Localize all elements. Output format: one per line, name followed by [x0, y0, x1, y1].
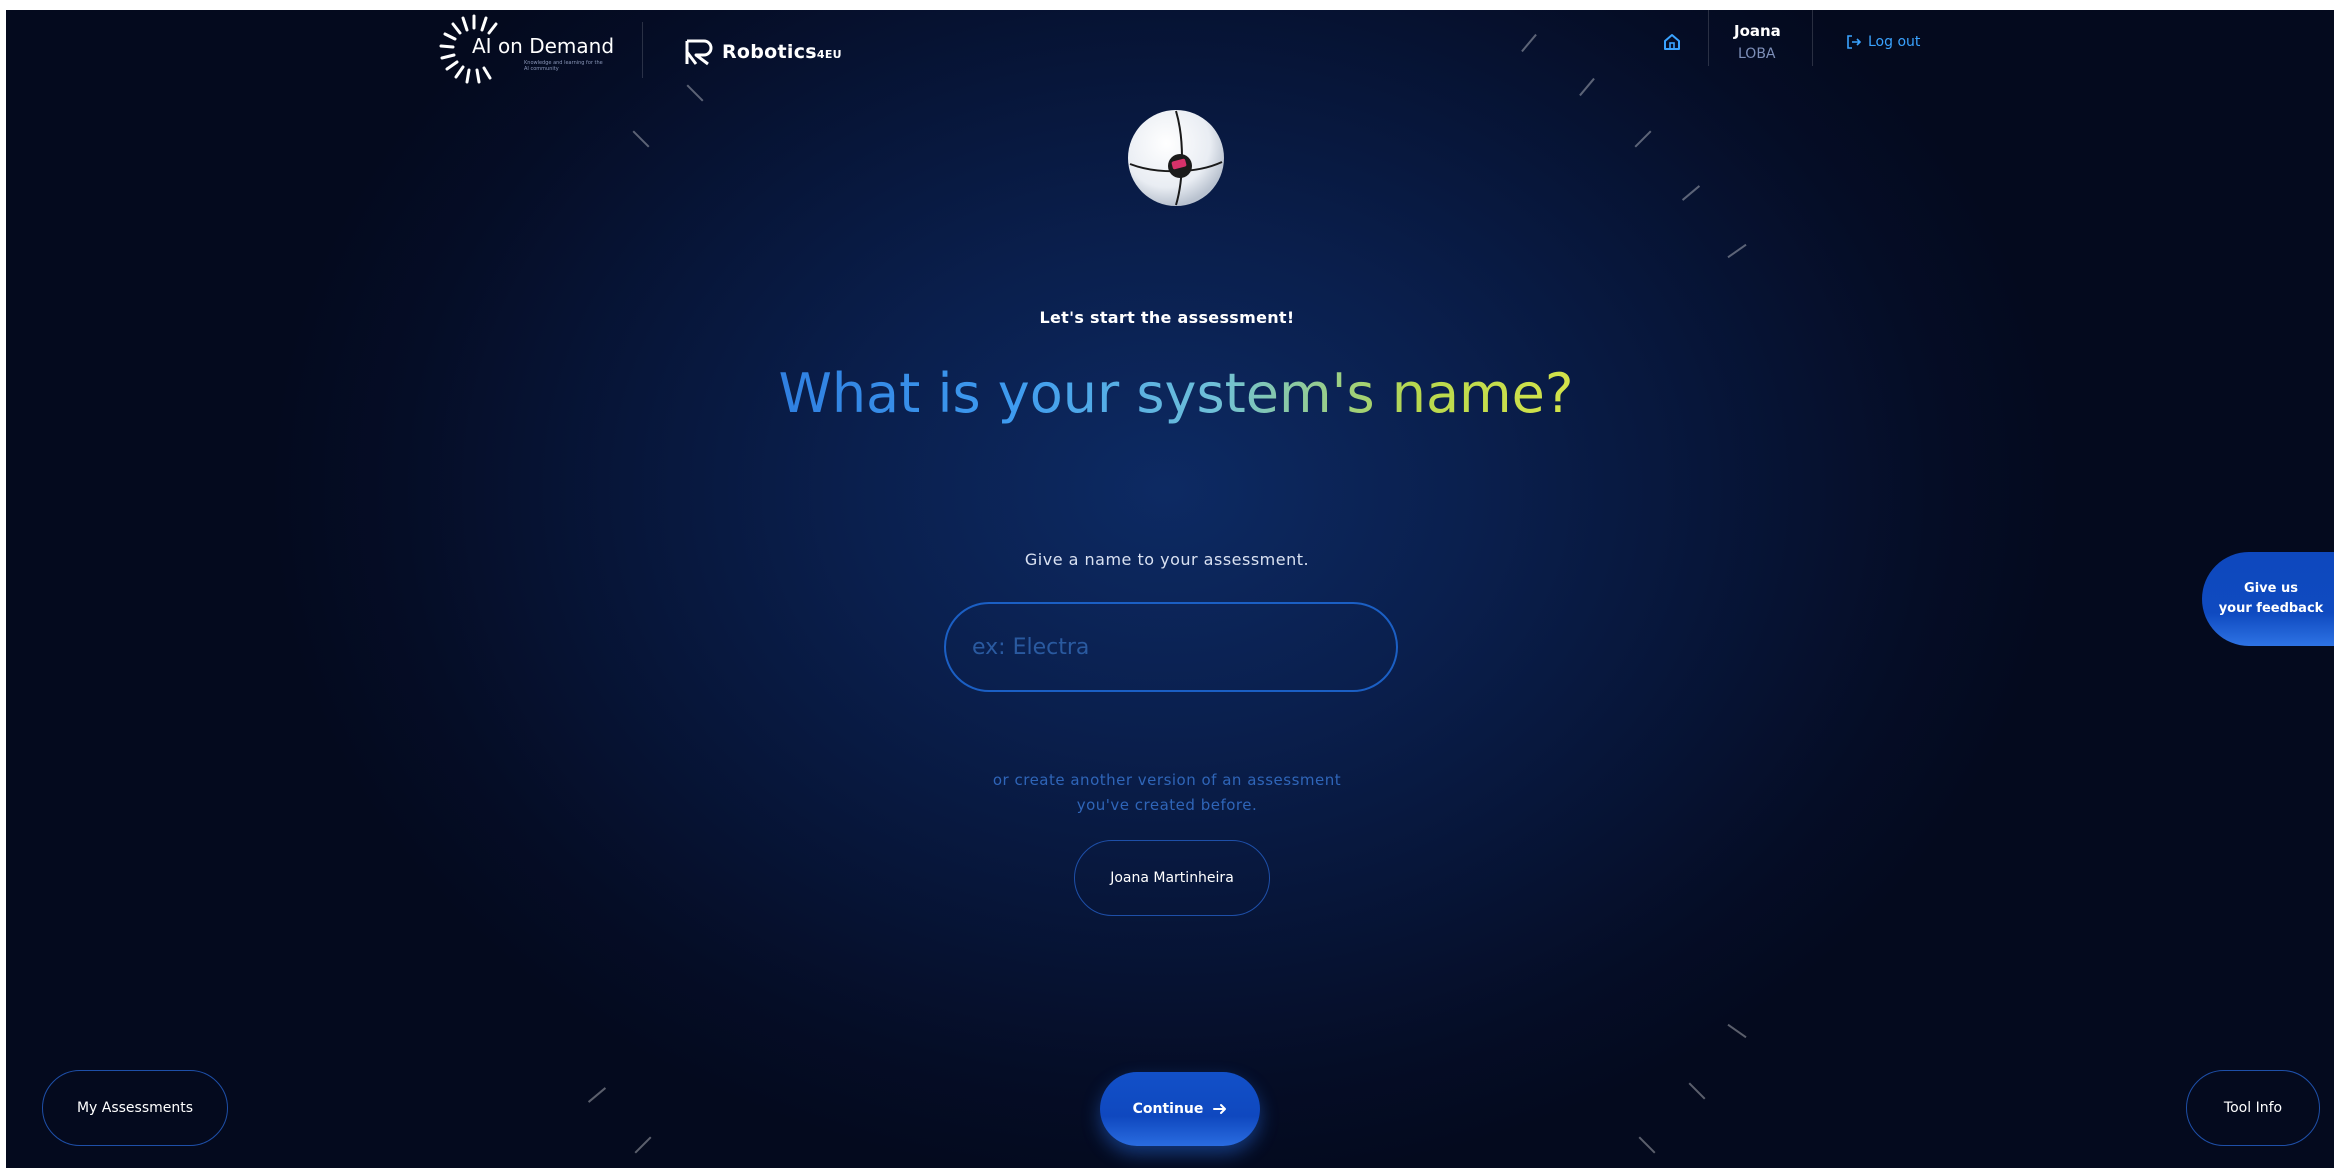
home-button[interactable] — [1662, 32, 1682, 52]
subtitle-text: Give a name to your assessment. — [1024, 550, 1310, 569]
tool-info-button[interactable]: Tool Info — [2186, 1070, 2320, 1146]
decorative-streak — [1727, 1023, 1747, 1039]
hint-line-2: you've created before. — [1076, 796, 1258, 814]
decorative-streak — [1681, 185, 1701, 201]
previous-version-hint: or create another version of an assessme… — [6, 768, 2334, 818]
feedback-line-2: your feedback — [2218, 601, 2324, 616]
robotics4eu-logo[interactable]: Robotics4EU — [684, 38, 842, 66]
aiod-logo-subtext: Knowledge and learning for the AI commun… — [524, 60, 603, 72]
robot-avatar — [1126, 108, 1226, 208]
user-first-name[interactable]: Joana — [1734, 22, 1781, 40]
logout-button[interactable]: Log out — [1846, 34, 1920, 50]
system-name-input[interactable] — [944, 602, 1398, 692]
aiod-logo-text: AI on Demand — [472, 34, 615, 58]
header-divider — [1708, 10, 1709, 66]
my-assessments-button[interactable]: My Assessments — [42, 1070, 228, 1146]
feedback-button[interactable]: Give us your feedback — [2202, 552, 2334, 646]
header-divider — [642, 22, 643, 78]
feedback-line-1: Give us — [2244, 581, 2298, 596]
eyebrow-text: Let's start the assessment! — [1039, 308, 1295, 327]
page-title: What is your system's name? — [776, 358, 1576, 430]
decorative-streak — [632, 130, 650, 148]
aiod-logo[interactable]: AI on Demand Knowledge and learning for … — [436, 12, 614, 86]
robotics-word: Robotics — [722, 41, 817, 63]
decorative-streak — [1579, 77, 1595, 97]
decorative-streak — [1521, 33, 1537, 53]
decorative-streak — [1688, 1082, 1706, 1100]
robot-avatar-icon — [1128, 110, 1224, 206]
logout-icon — [1847, 35, 1862, 49]
arrow-right-icon — [1213, 1104, 1227, 1114]
user-last-name: LOBA — [1738, 46, 1776, 62]
previous-assessment-button[interactable]: Joana Martinheira — [1074, 840, 1270, 916]
robotics4eu-logo-text: Robotics4EU — [722, 41, 842, 63]
decorative-streak — [1634, 130, 1652, 148]
decorative-streak — [686, 84, 704, 102]
decorative-streak — [1638, 1136, 1656, 1154]
continue-label: Continue — [1132, 1101, 1204, 1117]
app-screen: AI on Demand Knowledge and learning for … — [6, 10, 2334, 1168]
hint-line-1: or create another version of an assessme… — [992, 771, 1342, 789]
continue-button[interactable]: Continue — [1100, 1072, 1260, 1146]
logout-label: Log out — [1868, 34, 1921, 50]
decorative-streak — [587, 1087, 607, 1103]
robotics4eu-mark-icon — [685, 39, 713, 66]
decorative-streak — [634, 1136, 652, 1154]
robotics-suffix: 4EU — [816, 48, 842, 61]
header-divider — [1812, 10, 1813, 66]
home-icon — [1664, 34, 1680, 50]
decorative-streak — [1727, 243, 1747, 259]
